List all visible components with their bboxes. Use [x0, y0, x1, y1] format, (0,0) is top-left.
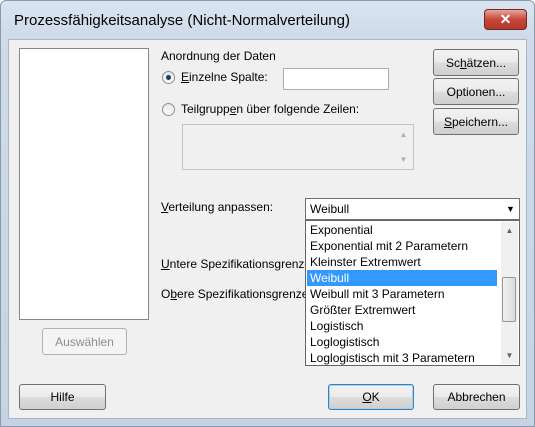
distribution-selected: Weibull — [310, 202, 350, 216]
single-column-radio[interactable] — [162, 71, 175, 84]
ok-button[interactable]: OK — [328, 384, 414, 410]
subgroups-scrollbar[interactable]: ▲ ▼ — [395, 126, 412, 168]
list-item[interactable]: Logistisch — [307, 318, 363, 334]
dialog-body: Auswählen Anordnung der Daten Einzelne S… — [8, 39, 527, 419]
list-item-selected[interactable]: Weibull — [307, 270, 497, 286]
variables-listbox[interactable] — [19, 48, 149, 320]
dialog-window: Prozessfähigkeitsanalyse (Nicht-Normalve… — [0, 0, 535, 427]
lower-spec-label: Untere Spezifikationsgrenze: — [161, 257, 315, 271]
options-button[interactable]: Optionen... — [433, 78, 519, 105]
select-button[interactable]: Auswählen — [42, 328, 127, 355]
single-column-input[interactable] — [283, 68, 389, 90]
list-item[interactable]: Weibull mit 3 Parametern — [307, 286, 445, 302]
close-icon: ✕ — [499, 11, 512, 27]
subgroups-radio[interactable] — [162, 103, 175, 116]
title-bar: Prozessfähigkeitsanalyse (Nicht-Normalve… — [1, 1, 534, 39]
distribution-dropdown-list[interactable]: Exponential Exponential mit 2 Parametern… — [305, 220, 520, 366]
single-column-label: Einzelne Spalte: — [181, 70, 268, 84]
scroll-down-icon[interactable]: ▼ — [395, 151, 412, 168]
dropdown-scrollbar[interactable]: ▲ ▼ — [501, 222, 518, 364]
storage-button[interactable]: Speichern... — [433, 108, 519, 135]
chevron-down-icon[interactable]: ▼ — [502, 199, 519, 219]
list-item[interactable]: Größter Extremwert — [307, 302, 415, 318]
scroll-up-icon[interactable]: ▲ — [501, 222, 518, 239]
help-button[interactable]: Hilfe — [19, 384, 106, 410]
cancel-button[interactable]: Abbrechen — [433, 384, 520, 410]
data-arrangement-heading: Anordnung der Daten — [161, 49, 276, 63]
close-button[interactable]: ✕ — [484, 9, 527, 30]
estimate-button[interactable]: Sc h ätzen... — [433, 49, 519, 76]
list-item[interactable]: Loglogistisch mit 3 Parametern — [307, 350, 475, 366]
upper-spec-label: Obere Spezifikationsgrenze: — [161, 287, 312, 301]
list-item[interactable]: Exponential — [307, 222, 373, 238]
list-item[interactable]: Kleinster Extremwert — [307, 254, 421, 270]
distribution-label: Verteilung anpassen: — [161, 200, 274, 214]
subgroups-label: Teilgruppen über folgende Zeilen: — [181, 102, 360, 116]
list-item[interactable]: Loglogistisch — [307, 334, 379, 350]
scrollbar-thumb[interactable] — [502, 277, 516, 322]
subgroups-rows-input[interactable]: ▲ ▼ — [182, 124, 414, 170]
distribution-combobox[interactable]: Weibull ▼ — [305, 198, 520, 220]
list-item[interactable]: Exponential mit 2 Parametern — [307, 238, 468, 254]
window-title: Prozessfähigkeitsanalyse (Nicht-Normalve… — [14, 12, 350, 29]
scroll-down-icon[interactable]: ▼ — [501, 347, 518, 364]
scroll-up-icon[interactable]: ▲ — [395, 126, 412, 143]
